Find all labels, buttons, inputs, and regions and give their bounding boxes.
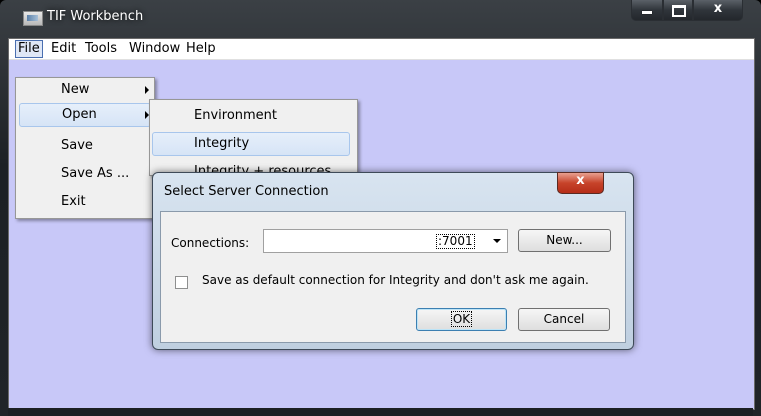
dialog-close-button[interactable]: x — [557, 172, 604, 194]
file-menu-exit-label: Exit — [61, 194, 86, 209]
connections-selected-value: :7001 — [436, 234, 475, 249]
menu-window[interactable]: Window — [129, 41, 180, 56]
file-menu-open[interactable]: Open — [19, 103, 151, 127]
window-title: TIF Workbench — [47, 9, 144, 24]
file-menu-new-label: New — [61, 82, 90, 97]
menu-edit[interactable]: Edit — [51, 41, 76, 56]
menu-tools[interactable]: Tools — [85, 41, 117, 56]
close-icon: x — [713, 1, 723, 16]
menu-file[interactable]: File — [15, 40, 43, 58]
dialog-title: Select Server Connection — [164, 184, 329, 199]
minimize-icon — [642, 11, 652, 14]
close-button[interactable]: x — [693, 0, 743, 21]
open-submenu-environment[interactable]: Environment — [152, 104, 352, 128]
ok-button[interactable]: OK — [416, 308, 507, 331]
save-default-checkbox-label: Save as default connection for Integrity… — [202, 273, 589, 287]
maximize-icon — [672, 5, 686, 17]
submenu-arrow-icon — [145, 86, 149, 94]
file-menu-save-label: Save — [61, 138, 93, 153]
caption-buttons: x — [631, 0, 743, 22]
close-icon: x — [576, 173, 585, 188]
chevron-down-icon[interactable] — [488, 230, 506, 252]
file-menu-new[interactable]: New — [17, 78, 151, 102]
menu-help[interactable]: Help — [186, 41, 216, 56]
save-default-checkbox[interactable] — [175, 276, 188, 289]
file-menu: New Open Save Save As ... Exit — [15, 77, 155, 219]
connections-combobox[interactable]: :7001 — [263, 229, 508, 253]
minimize-button[interactable] — [631, 0, 663, 21]
open-submenu-environment-label: Environment — [194, 108, 278, 123]
ok-button-label: OK — [450, 311, 473, 327]
window-bottom-frame — [8, 408, 753, 416]
open-submenu: Environment Integrity Integrity + resour… — [149, 99, 358, 176]
open-submenu-integrity[interactable]: Integrity — [152, 132, 350, 156]
file-menu-open-label: Open — [62, 107, 97, 122]
file-menu-save-as[interactable]: Save As ... — [17, 162, 151, 186]
app-icon — [23, 11, 43, 26]
file-menu-save-as-label: Save As ... — [61, 166, 130, 181]
menu-bar: File Edit Tools Window Help — [9, 39, 754, 60]
new-connection-button[interactable]: New... — [518, 229, 611, 252]
connections-label: Connections: — [171, 236, 250, 250]
open-submenu-integrity-label: Integrity — [194, 136, 250, 151]
file-menu-exit[interactable]: Exit — [17, 190, 151, 214]
title-bar[interactable]: TIF Workbench x — [0, 0, 761, 38]
file-menu-save[interactable]: Save — [17, 134, 151, 158]
dialog-body: Connections: :7001 New... Save as defaul… — [160, 211, 626, 343]
cancel-button[interactable]: Cancel — [518, 308, 610, 331]
maximize-button[interactable] — [663, 0, 693, 21]
select-server-connection-dialog: Select Server Connection x Connections: … — [152, 172, 634, 350]
